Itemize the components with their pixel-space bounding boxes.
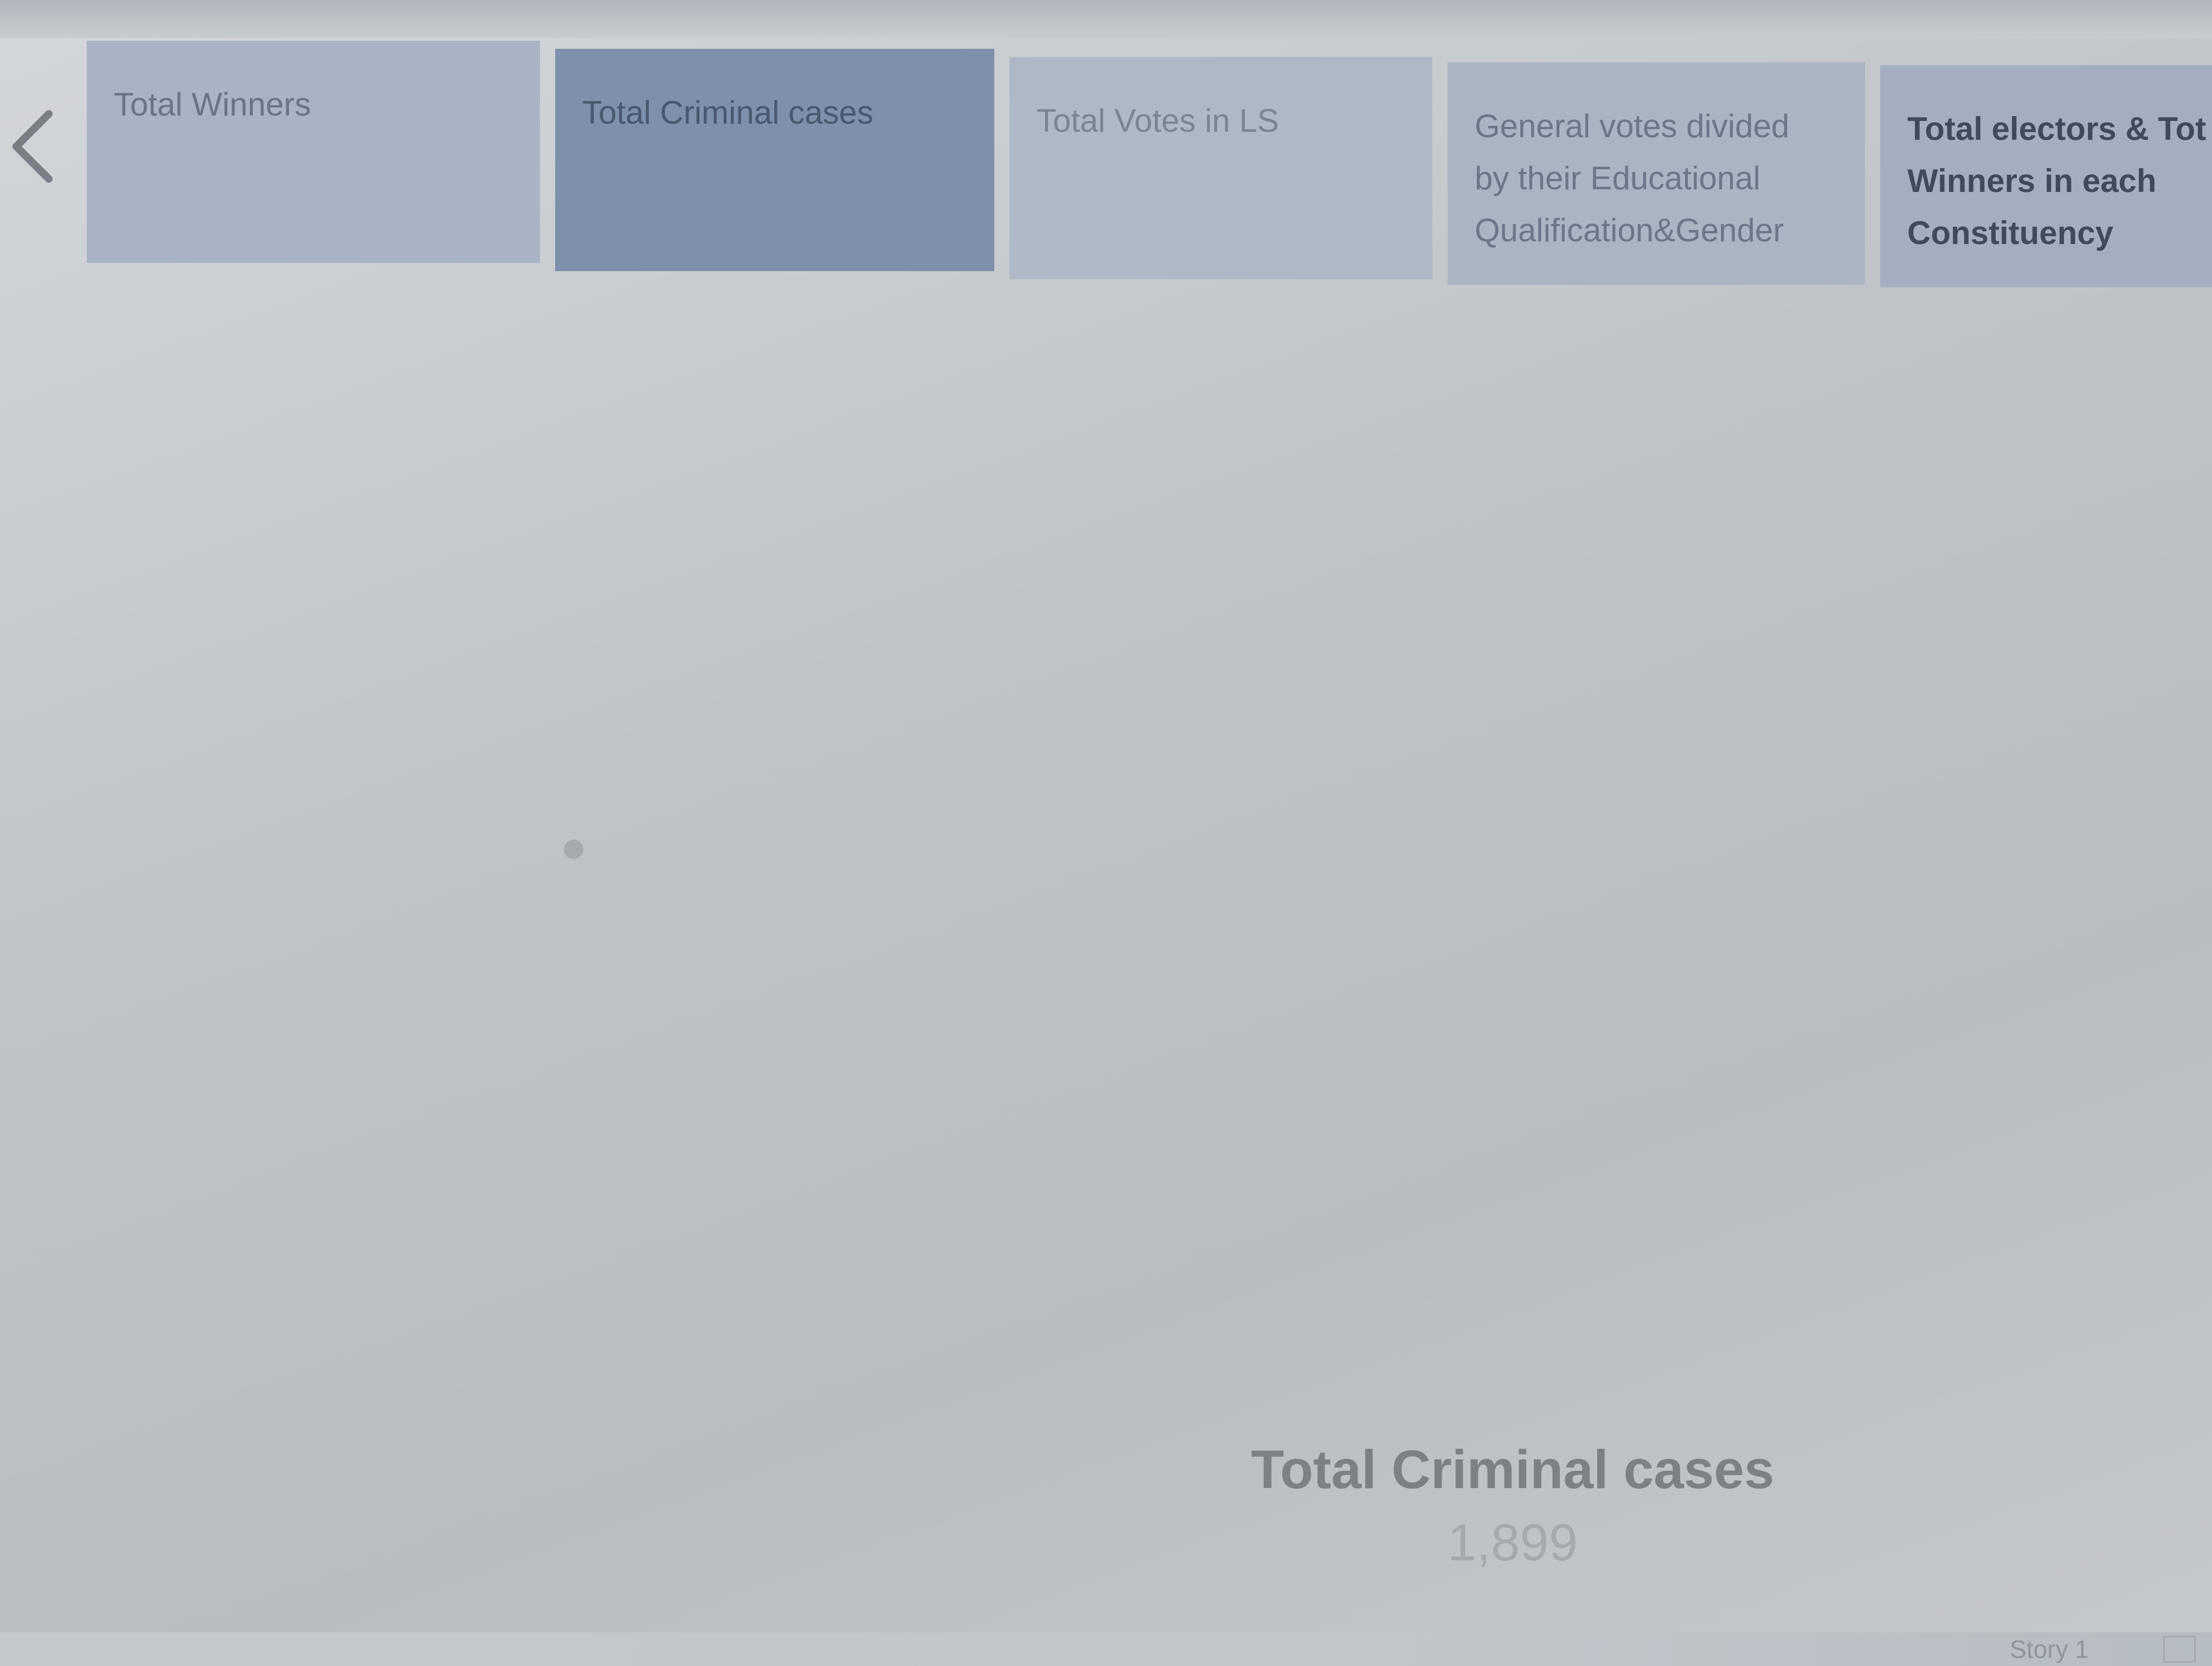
story-point-label-line-2: by their Educational bbox=[1475, 160, 1760, 196]
previous-story-point-button[interactable] bbox=[0, 92, 65, 201]
new-sheet-icon[interactable] bbox=[2163, 1636, 2196, 1663]
tableau-story-screen: Total Winners Total Criminal cases Total… bbox=[0, 0, 2212, 1666]
story-point-label: Total Winners bbox=[114, 86, 311, 123]
story-point-total-votes-ls[interactable]: Total Votes in LS bbox=[1009, 57, 1432, 279]
story-point-label-line-2: Winners in each bbox=[1907, 163, 2157, 199]
story-navigator: Total Winners Total Criminal cases Total… bbox=[87, 41, 2212, 287]
story-point-label: Total Votes in LS bbox=[1037, 102, 1279, 139]
story-point-label: Total Criminal cases bbox=[582, 94, 873, 131]
sheet-tab-story[interactable]: Story 1 bbox=[1957, 1632, 2142, 1666]
sheet-tab-bar bbox=[0, 1632, 2212, 1666]
top-strip bbox=[0, 0, 2212, 38]
kpi-title: Total Criminal cases bbox=[1251, 1439, 1774, 1500]
kpi-caption: Total Criminal cases 1,899 bbox=[1242, 1432, 1784, 1578]
story-point-label-line-1: General votes divided bbox=[1475, 108, 1790, 144]
story-point-total-criminal-cases[interactable]: Total Criminal cases bbox=[555, 49, 994, 271]
chevron-left-icon bbox=[12, 110, 53, 183]
story-point-label-line-3: Qualification&Gender bbox=[1475, 212, 1784, 248]
story-point-label-line-3: Constituency bbox=[1907, 215, 2114, 251]
kpi-value: 1,899 bbox=[1447, 1514, 1578, 1572]
story-point-total-electors[interactable]: Total electors & Tot Winners in each Con… bbox=[1880, 65, 2212, 287]
story-point-total-winners[interactable]: Total Winners bbox=[87, 41, 540, 263]
story-point-general-votes[interactable]: General votes divided by their Education… bbox=[1448, 62, 1865, 285]
story-point-label-line-1: Total electors & Tot bbox=[1907, 111, 2207, 147]
map-point-mark bbox=[564, 840, 583, 859]
